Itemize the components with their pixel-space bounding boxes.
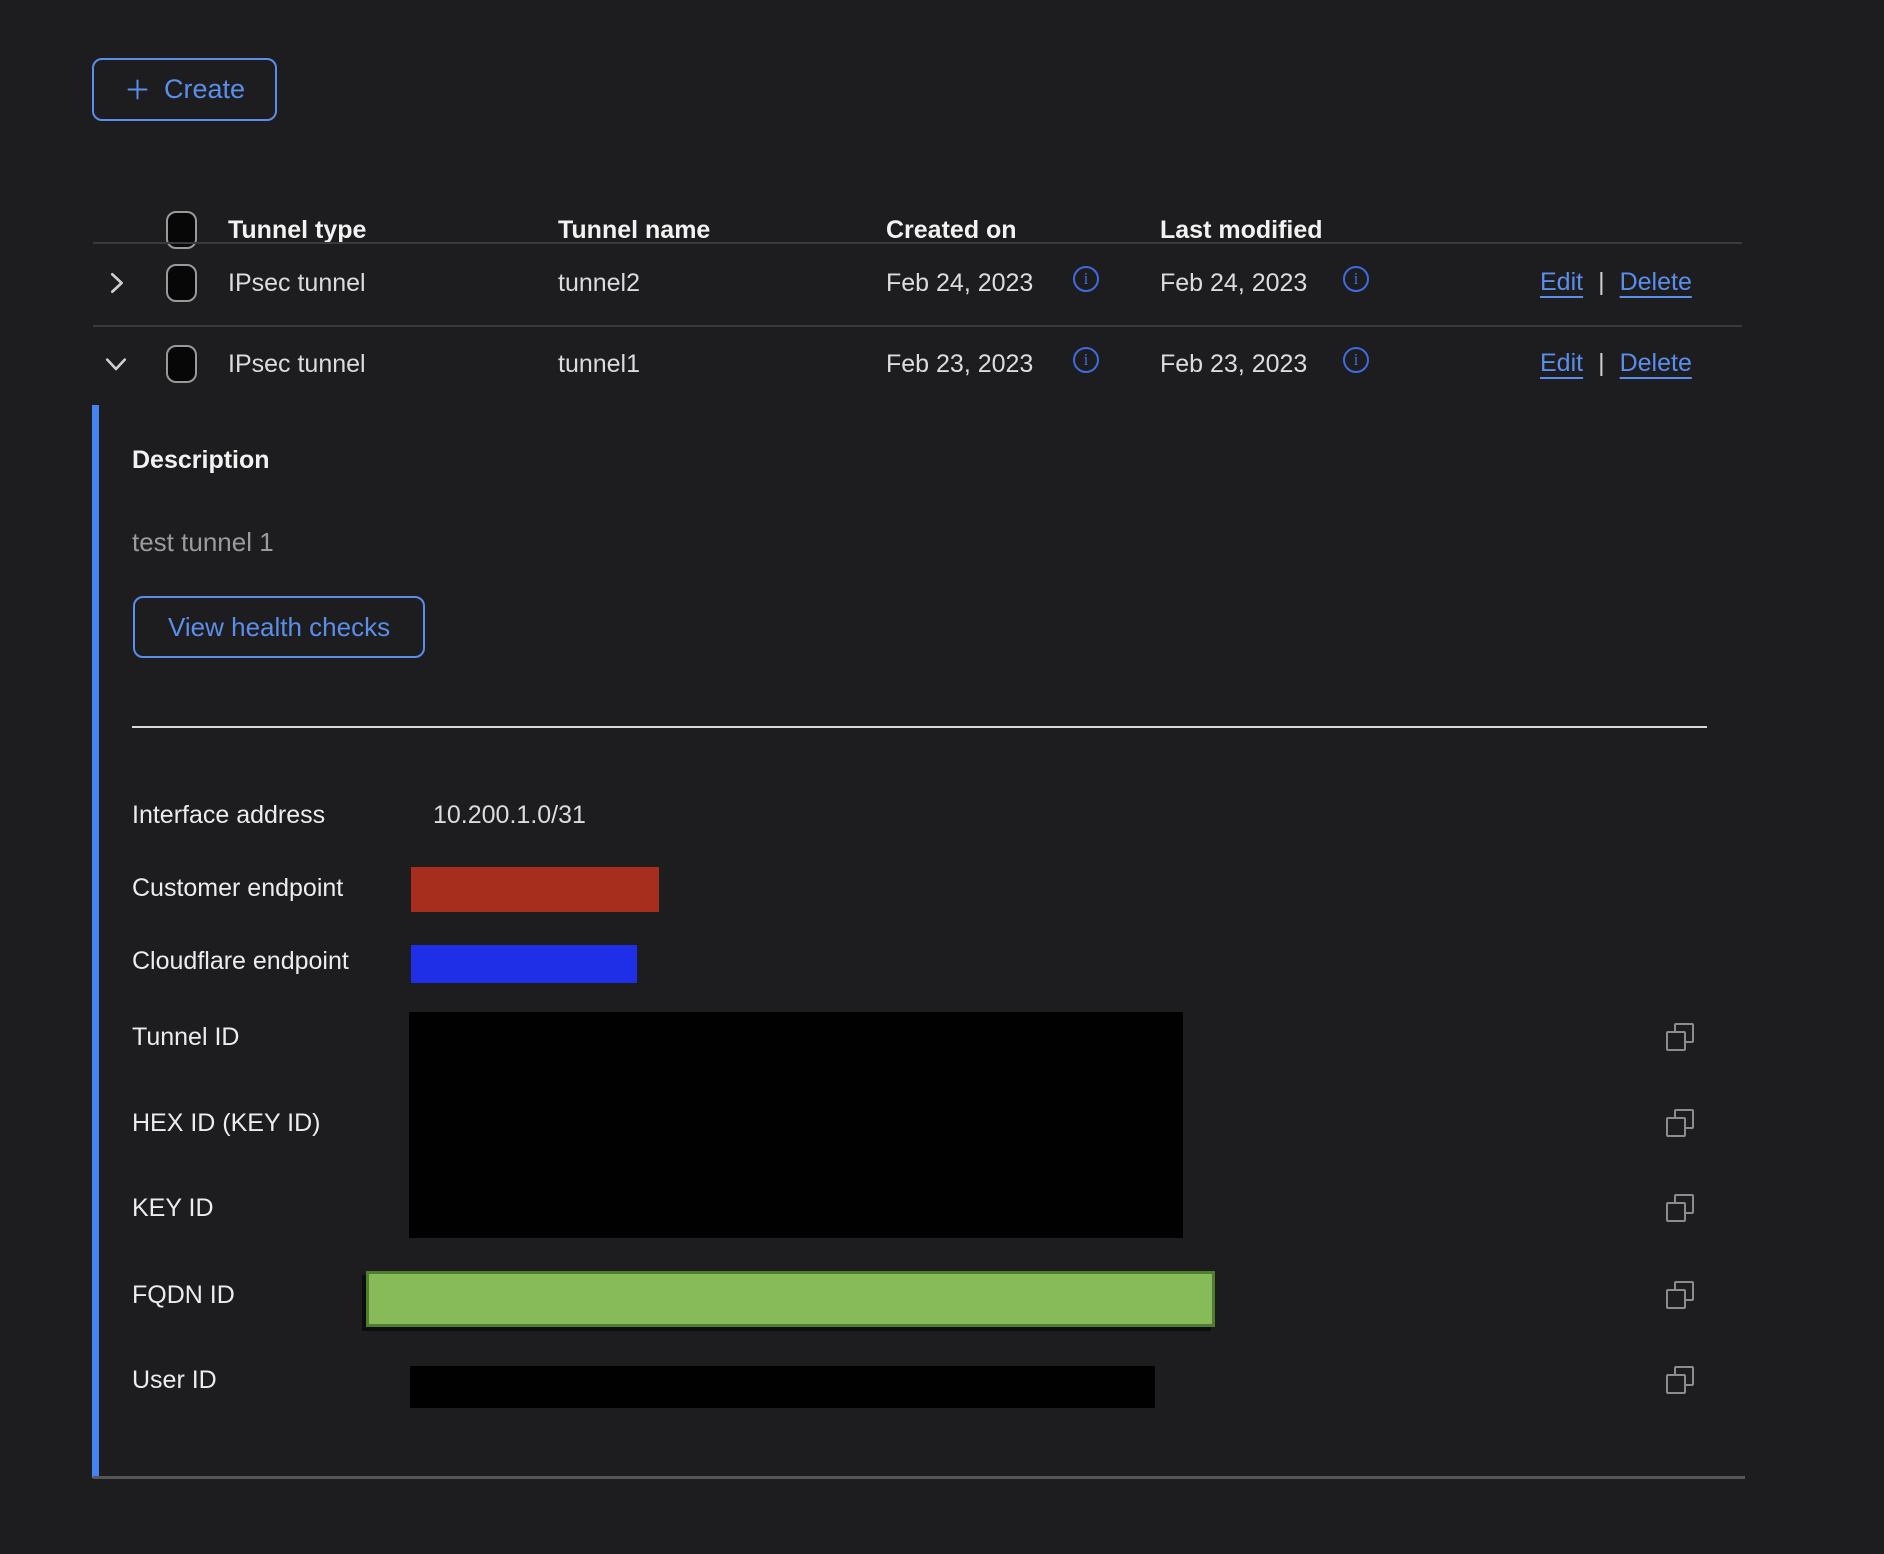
interface-address-value: 10.200.1.0/31 (433, 800, 586, 830)
interface-address-label: Interface address (132, 800, 325, 830)
divider (93, 325, 1742, 327)
tunnel-type-cell: IPsec tunnel (228, 268, 366, 298)
expanded-panel-accent-bar (92, 405, 99, 1478)
action-separator: | (1598, 268, 1605, 297)
column-header-created-on: Created on (886, 215, 1017, 245)
copy-icon[interactable] (1666, 1109, 1694, 1137)
edit-link[interactable]: Edit (1540, 349, 1583, 378)
copy-icon-front-square (1666, 1289, 1686, 1309)
fqdn-id-redacted-value (366, 1271, 1215, 1327)
created-on-cell: Feb 23, 2023 (886, 349, 1033, 379)
copy-icon[interactable] (1666, 1281, 1694, 1309)
last-modified-cell: Feb 23, 2023 (1160, 349, 1307, 379)
description-label: Description (132, 445, 270, 475)
plus-icon (124, 76, 151, 103)
user-id-label: User ID (132, 1365, 217, 1395)
info-icon[interactable]: i (1073, 347, 1099, 373)
action-separator: | (1598, 349, 1605, 378)
column-header-tunnel-name: Tunnel name (558, 215, 710, 245)
key-id-label: KEY ID (132, 1193, 214, 1223)
copy-icon[interactable] (1666, 1194, 1694, 1222)
tunnel-id-label: Tunnel ID (132, 1022, 239, 1052)
delete-link[interactable]: Delete (1620, 349, 1692, 378)
divider (93, 1476, 1745, 1479)
info-icon[interactable]: i (1343, 266, 1369, 292)
user-id-redacted-value (410, 1366, 1155, 1408)
delete-link[interactable]: Delete (1620, 268, 1692, 297)
info-icon[interactable]: i (1073, 266, 1099, 292)
copy-icon-front-square (1666, 1374, 1686, 1394)
fqdn-id-label: FQDN ID (132, 1280, 235, 1310)
hex-id-label: HEX ID (KEY ID) (132, 1108, 320, 1138)
tunnel-name-cell: tunnel1 (558, 349, 640, 379)
tunnel-id-hex-id-key-id-redacted-values (409, 1012, 1183, 1238)
view-health-checks-label: View health checks (168, 612, 390, 643)
divider (93, 242, 1742, 244)
divider (132, 726, 1707, 728)
tunnels-page: Create Tunnel type Tunnel name Created o… (0, 0, 1884, 1554)
edit-link[interactable]: Edit (1540, 268, 1583, 297)
table-row: IPsec tunnel tunnel2 Feb 24, 2023 i Feb … (0, 268, 1884, 298)
view-health-checks-button[interactable]: View health checks (133, 596, 425, 658)
column-header-last-modified: Last modified (1160, 215, 1323, 245)
create-button[interactable]: Create (92, 58, 277, 121)
copy-icon-front-square (1666, 1031, 1686, 1051)
copy-icon-front-square (1666, 1202, 1686, 1222)
customer-endpoint-redacted-value (411, 867, 659, 912)
cloudflare-endpoint-redacted-value (411, 945, 637, 983)
copy-icon-front-square (1666, 1117, 1686, 1137)
last-modified-cell: Feb 24, 2023 (1160, 268, 1307, 298)
tunnel-type-cell: IPsec tunnel (228, 349, 366, 379)
description-value: test tunnel 1 (132, 527, 274, 557)
cloudflare-endpoint-label: Cloudflare endpoint (132, 946, 349, 976)
column-header-tunnel-type: Tunnel type (228, 215, 366, 245)
copy-icon[interactable] (1666, 1023, 1694, 1051)
table-row: IPsec tunnel tunnel1 Feb 23, 2023 i Feb … (0, 349, 1884, 379)
info-icon[interactable]: i (1343, 347, 1369, 373)
table-header: Tunnel type Tunnel name Created on Last … (0, 215, 1884, 245)
tunnel-name-cell: tunnel2 (558, 268, 640, 298)
customer-endpoint-label: Customer endpoint (132, 873, 343, 903)
created-on-cell: Feb 24, 2023 (886, 268, 1033, 298)
create-button-label: Create (164, 74, 245, 105)
copy-icon[interactable] (1666, 1366, 1694, 1394)
